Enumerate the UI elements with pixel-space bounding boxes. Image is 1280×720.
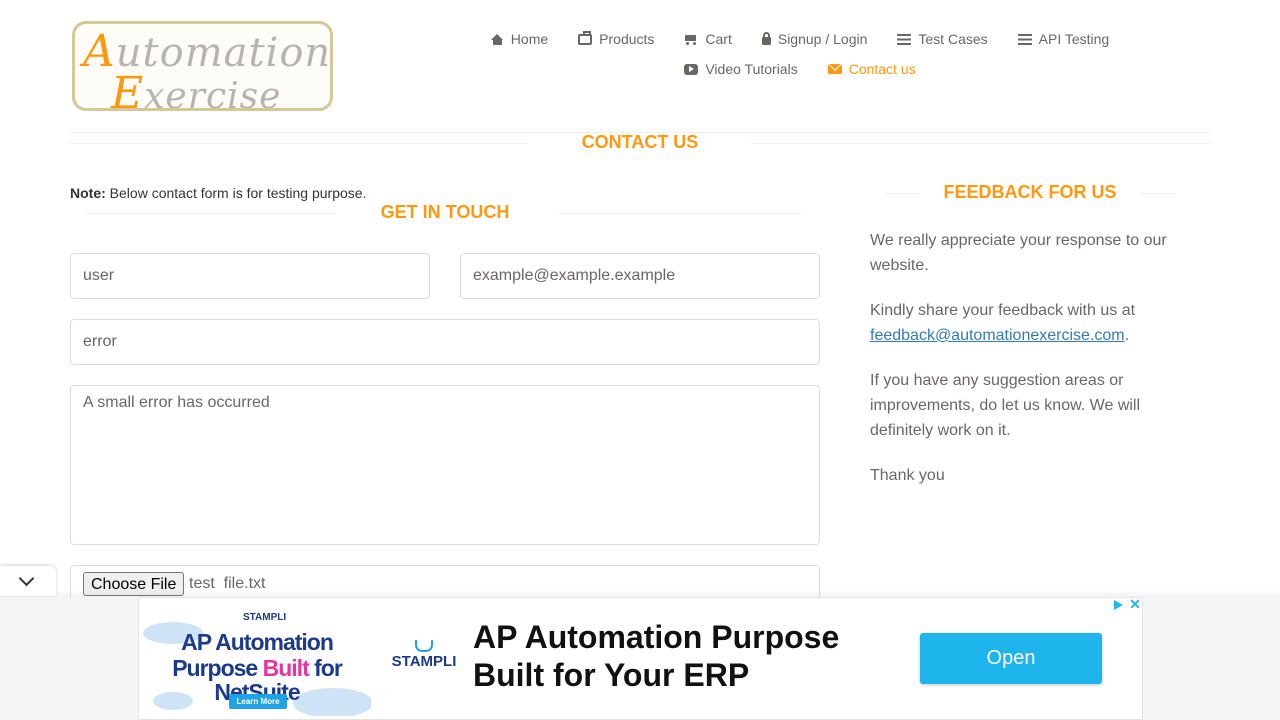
ad-open-button[interactable]: Open — [920, 633, 1102, 684]
nav-cart[interactable]: Cart — [684, 31, 732, 47]
ad-headline[interactable]: AP Automation Purpose Built for Your ERP — [473, 618, 893, 694]
form-title: Get In Touch — [380, 202, 510, 222]
feedback-paragraph-2: Kindly share your feedback with us at fe… — [870, 298, 1190, 348]
nav-home[interactable]: Home — [490, 31, 549, 47]
feedback-email-link[interactable]: feedback@automationexercise.com — [870, 327, 1125, 344]
home-icon — [490, 33, 504, 45]
subject-input[interactable] — [70, 319, 820, 365]
nav-test-cases[interactable]: Test Cases — [897, 31, 988, 47]
ad-brand-text: STAMPLI — [391, 653, 457, 670]
form-title-rule-left — [85, 213, 335, 214]
nav-row-1: Home Products Cart Signup / Login Test C… — [460, 24, 1140, 54]
nav-video-tutorials[interactable]: Video Tutorials — [684, 61, 798, 77]
cart-icon — [684, 34, 698, 45]
site-logo[interactable]: Automation Exercise — [72, 21, 333, 111]
message-textarea[interactable]: A small error has occurred — [70, 385, 820, 545]
ad-image[interactable]: STAMPLI AP Automation Purpose Built for … — [143, 604, 371, 716]
nav-cart-label: Cart — [705, 31, 732, 47]
title-rule-left — [70, 143, 528, 144]
logo-line-2: Exercise — [111, 68, 282, 111]
nav-row-2: Video Tutorials Contact us — [460, 54, 1140, 84]
ad-image-line-2-b: Built — [262, 655, 310, 681]
ad-image-brand: STAMPLI — [243, 612, 287, 623]
nav-contact-us-label: Contact us — [848, 61, 916, 77]
chevron-down-icon — [18, 570, 35, 587]
nav-signup-login[interactable]: Signup / Login — [761, 31, 868, 47]
ad-image-line-1: AP Automation — [181, 629, 334, 655]
nav-api-testing-label: API Testing — [1038, 31, 1110, 47]
ad-learn-more[interactable]: Learn More — [229, 694, 287, 709]
form-title-rule-right — [555, 213, 805, 214]
name-input[interactable] — [70, 253, 430, 299]
youtube-icon — [684, 63, 699, 75]
ad-image-line-2-a: Purpose — [172, 655, 263, 681]
main-nav: Home Products Cart Signup / Login Test C… — [460, 24, 1140, 84]
feedback-rule-left — [885, 193, 920, 194]
feedback-paragraph-2-end: . — [1124, 327, 1130, 344]
ad-choices-icon[interactable] — [1112, 599, 1124, 611]
list-icon — [1017, 33, 1032, 45]
nav-signup-login-label: Signup / Login — [777, 31, 868, 47]
nav-video-tutorials-label: Video Tutorials — [705, 61, 798, 77]
form-note: Note: Below contact form is for testing … — [70, 185, 366, 201]
ad-banner[interactable]: STAMPLI AP Automation Purpose Built for … — [138, 596, 1143, 720]
nav-api-testing[interactable]: API Testing — [1017, 31, 1110, 47]
note-text: Below contact form is for testing purpos… — [105, 185, 367, 201]
collapse-ad-tab[interactable] — [0, 566, 56, 596]
feedback-paragraph-4: Thank you — [870, 467, 945, 484]
products-icon — [578, 30, 593, 45]
feedback-rule-right — [1140, 193, 1175, 194]
envelope-icon — [827, 64, 842, 74]
feedback-paragraph-3: If you have any suggestion areas or impr… — [870, 372, 1141, 439]
stampli-logo-icon — [415, 640, 433, 652]
nav-test-cases-label: Test Cases — [918, 31, 988, 47]
list-icon — [897, 33, 912, 45]
nav-products[interactable]: Products — [578, 30, 655, 47]
title-rule-right — [751, 143, 1210, 144]
close-icon[interactable]: ✕ — [1128, 596, 1142, 612]
ad-brand-logo: STAMPLI — [391, 640, 457, 670]
page-title: Contact Us — [581, 132, 699, 152]
nav-products-label: Products — [599, 31, 655, 47]
feedback-title: Feedback For Us — [943, 182, 1117, 202]
nav-home-label: Home — [510, 31, 549, 47]
nav-contact-us[interactable]: Contact us — [827, 61, 916, 77]
note-label: Note: — [70, 185, 106, 201]
feedback-paragraph-2-text: Kindly share your feedback with us at — [870, 302, 1136, 319]
lock-icon — [761, 32, 771, 45]
email-input[interactable] — [460, 253, 820, 299]
feedback-paragraph-1: We really appreciate your response to ou… — [870, 232, 1167, 274]
